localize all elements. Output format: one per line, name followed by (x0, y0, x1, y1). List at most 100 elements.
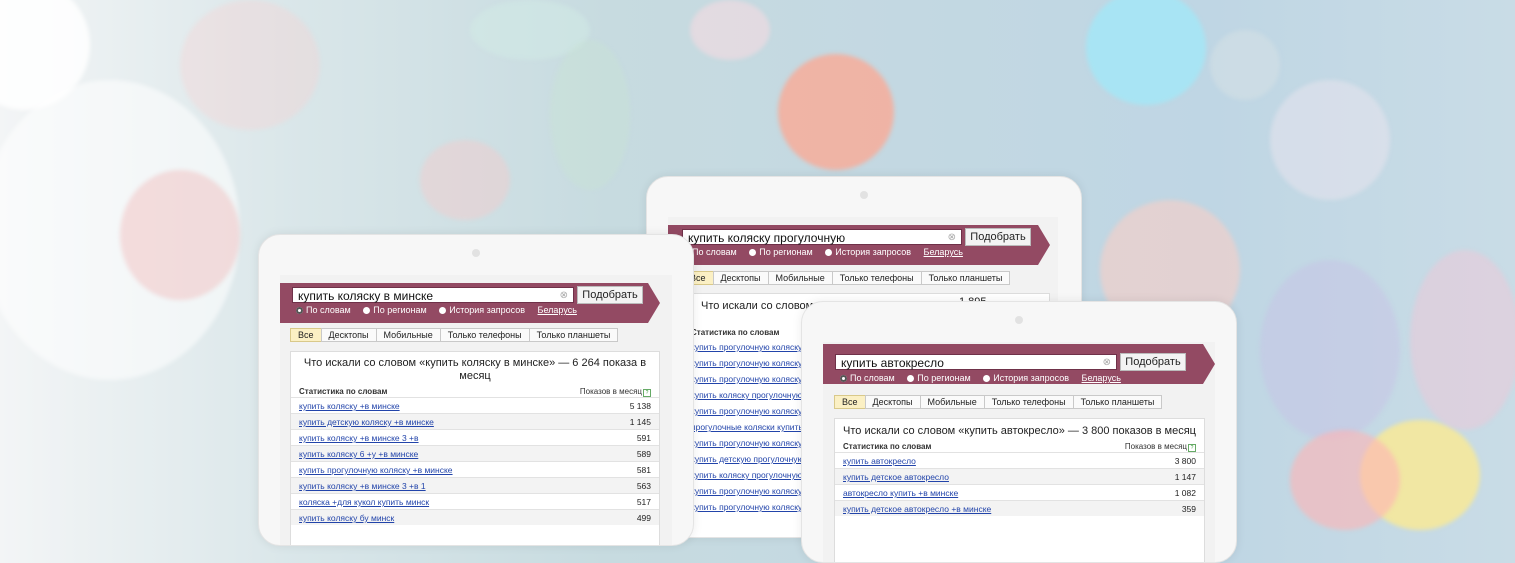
help-icon[interactable]: ? (1188, 444, 1196, 452)
query-link[interactable]: купить коляску +в минске (291, 401, 400, 411)
tablet-right: купить автокресло ⊗ Подобрать По словам … (801, 301, 1237, 563)
region-link[interactable]: Беларусь (538, 305, 577, 315)
search-mode-radios: По словам По регионам История запросов Б… (840, 373, 1131, 383)
search-mode-radios: По словам По регионам История запросов Б… (682, 247, 973, 257)
table-row: купить прогулочную коляску +в минске 581 (291, 461, 659, 477)
tab-tablets[interactable]: Только планшеты (920, 271, 1011, 285)
table-row: автокресло купить +в минске 1 082 (835, 484, 1204, 500)
tab-all[interactable]: Все (834, 395, 866, 409)
tab-phones[interactable]: Только телефоны (983, 395, 1074, 409)
tab-mobile[interactable]: Мобильные (919, 395, 985, 409)
radio-history[interactable]: История запросов (983, 373, 1069, 383)
radio-by-words[interactable]: По словам (840, 373, 895, 383)
tab-phones[interactable]: Только телефоны (439, 328, 530, 342)
shows-count: 563 (636, 481, 651, 491)
submit-button[interactable]: Подобрать (1120, 353, 1186, 371)
results-title: Что искали со словом «купить автокресло»… (843, 425, 1196, 437)
tablet-right-screen: купить автокресло ⊗ Подобрать По словам … (823, 342, 1215, 562)
submit-button[interactable]: Подобрать (965, 228, 1031, 246)
query-link[interactable]: автокресло купить +в минске (835, 488, 958, 498)
result-link[interactable]: купить прогулочную коляску +в (691, 374, 814, 384)
tablet-left-screen: купить коляску в минске ⊗ Подобрать По с… (280, 275, 672, 545)
table-row: купить коляску бу минск 499 (291, 509, 659, 525)
results-title-line2: месяц (459, 370, 491, 382)
search-input[interactable]: купить автокресло ⊗ (835, 354, 1117, 370)
query-link[interactable]: купить прогулочную коляску +в минске (291, 465, 453, 475)
result-link[interactable]: купить коляску прогулочную +в (691, 470, 814, 480)
shows-count: 589 (636, 449, 651, 459)
table-row: купить детское автокресло 1 147 (835, 468, 1204, 484)
device-tabs: Все Десктопы Мобильные Только телефоны Тольк… (834, 395, 1163, 409)
region-link[interactable]: Беларусь (924, 247, 963, 257)
tab-desktop[interactable]: Десктопы (712, 271, 769, 285)
search-input[interactable]: купить коляску в минске ⊗ (292, 287, 574, 303)
radio-by-regions[interactable]: По регионам (749, 247, 813, 257)
query-link[interactable]: купить автокресло (835, 456, 916, 466)
result-link[interactable]: купить прогулочную коляску бу (691, 438, 814, 448)
column-shows-header: Показов в месяц? (580, 387, 651, 397)
tab-desktop[interactable]: Десктопы (864, 395, 921, 409)
table-row: купить детскую коляску +в минске 1 145 (291, 413, 659, 429)
radio-by-words[interactable]: По словам (296, 305, 351, 315)
results-panel: Что искали со словом «купить коляску в м… (290, 351, 660, 545)
column-shows-header: Показов в месяц? (1125, 442, 1196, 452)
result-link[interactable]: купить детскую прогулочную (691, 454, 804, 464)
table-row: купить коляску +в минске 3 +в 1 563 (291, 477, 659, 493)
shows-count: 1 145 (629, 417, 651, 427)
result-link[interactable]: купить прогулочную коляску +в (691, 406, 814, 416)
submit-button[interactable]: Подобрать (577, 286, 643, 304)
results-panel: Что искали со словом «купить автокресло»… (834, 418, 1205, 562)
tab-mobile[interactable]: Мобильные (767, 271, 833, 285)
radio-history[interactable]: История запросов (825, 247, 911, 257)
tab-tablets[interactable]: Только планшеты (1072, 395, 1163, 409)
shows-count: 499 (636, 513, 651, 523)
query-link[interactable]: коляска +для кукол купить минск (291, 497, 429, 507)
result-link[interactable]: купить коляску прогулочную +в (691, 390, 814, 400)
camera-dot (1015, 316, 1023, 324)
tab-all[interactable]: Все (290, 328, 322, 342)
shows-count: 1 082 (1174, 488, 1196, 498)
shows-count: 517 (636, 497, 651, 507)
query-link[interactable]: купить детскую коляску +в минске (291, 417, 434, 427)
result-link[interactable]: купить прогулочную коляску +в (691, 358, 814, 368)
table-row: купить коляску 6 +у +в минске 589 (291, 445, 659, 461)
query-link[interactable]: купить детское автокресло (835, 472, 949, 482)
column-words-header: Статистика по словам (843, 442, 932, 451)
result-link[interactable]: купить прогулочную коляску +в (691, 486, 814, 496)
tab-mobile[interactable]: Мобильные (375, 328, 441, 342)
region-link[interactable]: Беларусь (1082, 373, 1121, 383)
radio-by-regions[interactable]: По регионам (907, 373, 971, 383)
result-link[interactable]: купить прогулочную коляску (691, 342, 802, 352)
shows-count: 591 (636, 433, 651, 443)
table-row: купить коляску +в минске 3 +в 591 (291, 429, 659, 445)
tab-tablets[interactable]: Только планшеты (528, 328, 619, 342)
query-link[interactable]: купить коляску бу минск (291, 513, 394, 523)
search-mode-radios: По словам По регионам История запросов Б… (296, 305, 587, 315)
shows-count: 359 (1181, 504, 1196, 514)
table-row: купить коляску +в минске 5 138 (291, 397, 659, 413)
radio-by-regions[interactable]: По регионам (363, 305, 427, 315)
search-input[interactable]: купить коляску прогулочную ⊗ (682, 229, 962, 245)
column-words-header: Статистика по словам (299, 387, 388, 396)
result-link[interactable]: купить прогулочную коляску (691, 502, 802, 512)
column-words-header: Статистика по словам (691, 328, 780, 337)
shows-count: 1 147 (1174, 472, 1196, 482)
result-link[interactable]: прогулочные коляски купить (691, 422, 803, 432)
help-icon[interactable]: ? (643, 389, 651, 397)
query-link[interactable]: купить детское автокресло +в минске (835, 504, 991, 514)
table-row: купить автокресло 3 800 (835, 452, 1204, 468)
query-link[interactable]: купить коляску 6 +у +в минске (291, 449, 418, 459)
device-tabs: Все Десктопы Мобильные Только телефоны Тольк… (290, 328, 619, 342)
tab-phones[interactable]: Только телефоны (831, 271, 922, 285)
clear-icon[interactable]: ⊗ (1103, 355, 1111, 371)
query-link[interactable]: купить коляску +в минске 3 +в 1 (291, 481, 426, 491)
clear-icon[interactable]: ⊗ (560, 288, 568, 304)
camera-dot (472, 249, 480, 257)
clear-icon[interactable]: ⊗ (948, 230, 956, 246)
table-row: коляска +для кукол купить минск 517 (291, 493, 659, 509)
shows-count: 5 138 (629, 401, 651, 411)
radio-history[interactable]: История запросов (439, 305, 525, 315)
tab-desktop[interactable]: Десктопы (320, 328, 377, 342)
shows-count: 3 800 (1174, 456, 1196, 466)
query-link[interactable]: купить коляску +в минске 3 +в (291, 433, 419, 443)
